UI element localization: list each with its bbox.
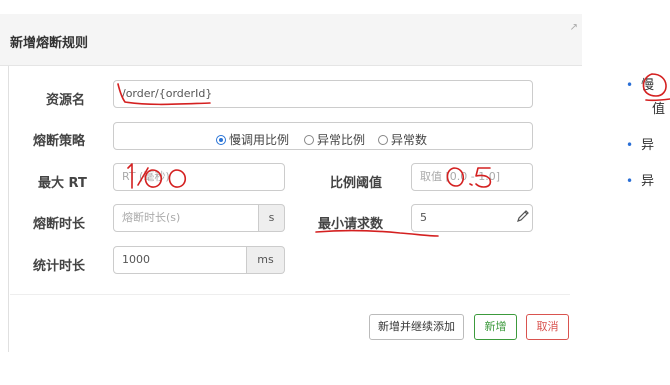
pencil-icon[interactable] [516,209,530,223]
radio-error-count[interactable]: 异常数 [378,131,427,148]
list-item-text: 异 [641,138,655,153]
min-request-label: 最小请求数 [318,217,384,232]
radio-checked-icon [216,135,226,145]
radio-error-ratio-label: 异常比例 [317,133,366,147]
stat-duration-label: 统计时长 [33,259,86,274]
list-item: • 异 [626,134,654,153]
stat-duration-unit-addon: ms [247,246,285,274]
list-item: • 慢 [626,74,654,93]
bullet-dot-icon: • [626,138,634,152]
list-item-continuation: 值 [652,102,666,117]
duration-label: 熔断时长 [33,217,86,232]
resource-label: 资源名 [46,93,86,108]
stat-duration-input[interactable]: 1000 [113,246,247,274]
cancel-button[interactable]: 取消 [526,314,569,340]
duration-unit-addon: s [259,204,285,232]
bullet-dot-icon: • [626,78,634,92]
radio-slow-ratio[interactable]: 慢调用比例 [216,131,289,148]
radio-unchecked-icon [378,135,388,145]
radio-unchecked-icon [304,135,314,145]
dialog-title: 新增熔断规则 [10,36,89,51]
list-item-text: 慢 [641,78,655,93]
max-rt-label: 最大 RT [38,176,87,191]
list-item-text: 异 [641,174,655,189]
radio-error-count-label: 异常数 [391,133,428,147]
dialog-header: 新增熔断规则 ↗ [0,14,582,66]
max-rt-input[interactable]: RT (毫秒) [113,163,285,191]
footer-divider [10,294,570,295]
list-item: • 异 [626,170,654,189]
strategy-label: 熔断策略 [33,134,86,149]
ratio-threshold-label: 比例阈值 [330,176,383,191]
ratio-threshold-input[interactable]: 取值 [0.0 - 1.0] [411,163,533,191]
resize-icon[interactable]: ↗ [570,22,578,33]
resource-input[interactable]: /order/{orderId} [113,80,533,108]
radio-slow-ratio-label: 慢调用比例 [229,133,290,147]
radio-error-ratio[interactable]: 异常比例 [304,131,365,148]
strategy-radio-group: 慢调用比例 异常比例 异常数 [113,122,533,150]
side-bullet-list: • 慢 值 • 异 • 异 [626,70,670,200]
add-and-continue-button[interactable]: 新增并继续添加 [369,314,464,340]
dialog-left-border [8,66,9,352]
add-button[interactable]: 新增 [474,314,517,340]
bullet-dot-icon: • [626,174,634,188]
min-request-input[interactable]: 5 [411,204,533,232]
duration-input[interactable]: 熔断时长(s) [113,204,259,232]
